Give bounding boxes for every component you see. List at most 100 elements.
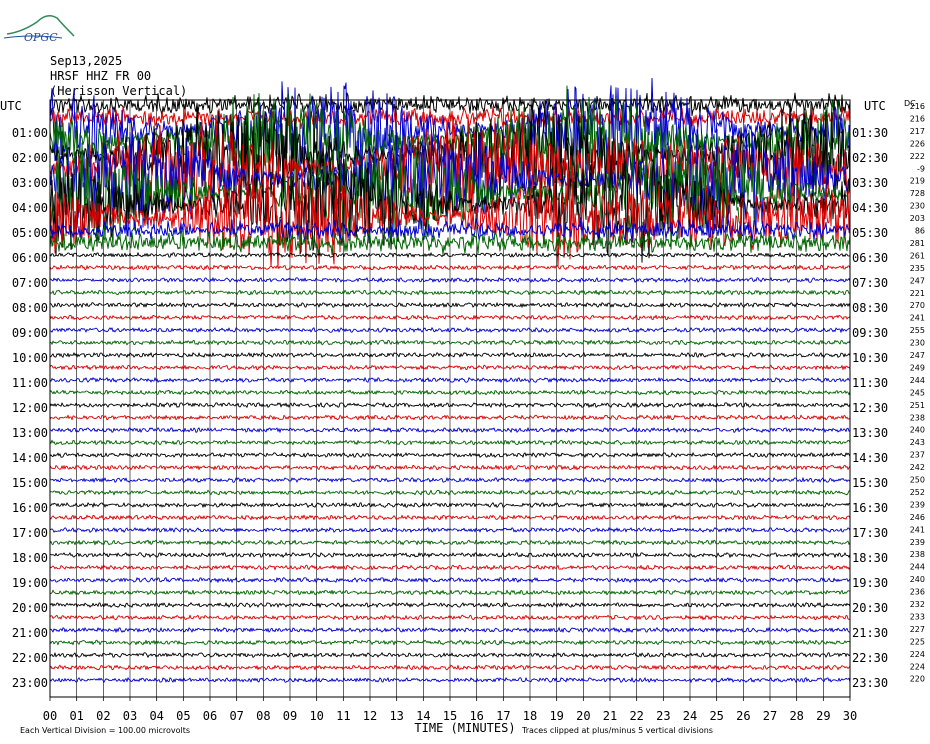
dc-offset-value: 239 xyxy=(910,500,925,509)
dc-offset-value: 247 xyxy=(910,351,925,360)
right-time-label: 12:30 xyxy=(852,401,888,415)
right-time-label: 08:30 xyxy=(852,301,888,315)
right-time-label: 02:30 xyxy=(852,151,888,165)
dc-offset-value: 245 xyxy=(910,388,925,397)
x-tick-label: 30 xyxy=(843,709,857,723)
dc-offset-value: -9 xyxy=(917,164,925,173)
left-time-label: 10:00 xyxy=(12,351,48,365)
x-tick-label: 09 xyxy=(283,709,297,723)
x-tick-label: 25 xyxy=(709,709,723,723)
dc-offset-value: 216 xyxy=(910,114,925,123)
right-time-label: 07:30 xyxy=(852,276,888,290)
right-time-label: 04:30 xyxy=(852,201,888,215)
x-tick-label: 29 xyxy=(816,709,830,723)
right-time-label: 01:30 xyxy=(852,126,888,140)
left-time-label: 07:00 xyxy=(12,276,48,290)
dc-offset-value: 217 xyxy=(910,127,925,136)
dc-offset-value: 238 xyxy=(910,413,925,422)
helicorder-plot: UTC UTC DC01:0002:0003:0004:0005:0006:0007… xyxy=(0,77,925,735)
left-time-label: 09:00 xyxy=(12,326,48,340)
dc-offset-value: 255 xyxy=(910,326,925,335)
right-time-label: 16:30 xyxy=(852,501,888,515)
x-tick-label: 11 xyxy=(336,709,350,723)
dc-offset-value: 239 xyxy=(910,538,925,547)
dc-offset-value: 232 xyxy=(910,600,925,609)
dc-offset-value: 252 xyxy=(910,488,925,497)
x-axis-title: TIME (MINUTES) xyxy=(414,721,515,735)
dc-offset-value: 250 xyxy=(910,476,925,485)
dc-offset-value: 237 xyxy=(910,451,925,460)
left-time-label: 05:00 xyxy=(12,226,48,240)
left-time-label: 13:00 xyxy=(12,426,48,440)
left-time-label: 16:00 xyxy=(12,501,48,515)
x-tick-label: 21 xyxy=(603,709,617,723)
dc-offset-value: 241 xyxy=(910,525,925,534)
dc-offset-value: 216 xyxy=(910,102,925,111)
x-tick-label: 08 xyxy=(256,709,270,723)
x-tick-label: 01 xyxy=(69,709,83,723)
dc-offset-value: 220 xyxy=(910,675,925,684)
dc-offset-value: 270 xyxy=(910,301,925,310)
left-time-label: 04:00 xyxy=(12,201,48,215)
left-time-label: 08:00 xyxy=(12,301,48,315)
right-time-label: 09:30 xyxy=(852,326,888,340)
dc-offset-value: 203 xyxy=(910,214,925,223)
x-tick-label: 22 xyxy=(629,709,643,723)
right-time-label: 21:30 xyxy=(852,626,888,640)
dc-offset-value: 225 xyxy=(910,637,925,646)
dc-offset-value: 235 xyxy=(910,264,925,273)
right-time-label: 14:30 xyxy=(852,451,888,465)
dc-offset-value: 221 xyxy=(910,289,925,298)
x-tick-label: 07 xyxy=(229,709,243,723)
dc-offset-value: 219 xyxy=(910,177,925,186)
dc-offset-value: 224 xyxy=(910,662,925,671)
right-time-label: 06:30 xyxy=(852,251,888,265)
left-time-label: 06:00 xyxy=(12,251,48,265)
right-time-label: 13:30 xyxy=(852,426,888,440)
dc-offset-value: 222 xyxy=(910,152,925,161)
x-tick-label: 26 xyxy=(736,709,750,723)
right-time-label: 20:30 xyxy=(852,601,888,615)
x-tick-label: 12 xyxy=(363,709,377,723)
dc-offset-value: 233 xyxy=(910,612,925,621)
x-tick-label: 18 xyxy=(523,709,537,723)
left-time-label: 18:00 xyxy=(12,551,48,565)
right-time-label: 17:30 xyxy=(852,526,888,540)
dc-offset-value: 230 xyxy=(910,339,925,348)
x-tick-label: 10 xyxy=(309,709,323,723)
dc-offset-value: 226 xyxy=(910,139,925,148)
right-time-label: 19:30 xyxy=(852,576,888,590)
dc-offset-value: 224 xyxy=(910,650,925,659)
right-time-label: 11:30 xyxy=(852,376,888,390)
left-time-label: 23:00 xyxy=(12,676,48,690)
dc-offset-value: 247 xyxy=(910,276,925,285)
x-tick-label: 19 xyxy=(549,709,563,723)
left-time-label: 17:00 xyxy=(12,526,48,540)
x-tick-label: 20 xyxy=(576,709,590,723)
dc-offset-value: 246 xyxy=(910,513,925,522)
dc-offset-value: 249 xyxy=(910,363,925,372)
dc-offset-value: 230 xyxy=(910,202,925,211)
left-time-label: 22:00 xyxy=(12,651,48,665)
right-time-label: 23:30 xyxy=(852,676,888,690)
left-time-label: 15:00 xyxy=(12,476,48,490)
left-time-label: 21:00 xyxy=(12,626,48,640)
dc-offset-value: 261 xyxy=(910,251,925,260)
dc-offset-value: 251 xyxy=(910,401,925,410)
left-time-label: 20:00 xyxy=(12,601,48,615)
left-axis-title: UTC xyxy=(0,99,22,113)
dc-offset-value: 244 xyxy=(910,376,925,385)
left-time-label: 03:00 xyxy=(12,176,48,190)
right-time-label: 05:30 xyxy=(852,226,888,240)
right-axis-title: UTC xyxy=(864,99,886,113)
dc-offset-value: 281 xyxy=(910,239,925,248)
right-time-label: 15:30 xyxy=(852,476,888,490)
dc-offset-value: 244 xyxy=(910,563,925,572)
x-tick-label: 02 xyxy=(96,709,110,723)
x-tick-label: 24 xyxy=(683,709,697,723)
right-time-label: 10:30 xyxy=(852,351,888,365)
dc-offset-value: 728 xyxy=(910,189,925,198)
x-tick-label: 00 xyxy=(43,709,57,723)
dc-offset-value: 86 xyxy=(915,227,925,236)
x-tick-label: 23 xyxy=(656,709,670,723)
